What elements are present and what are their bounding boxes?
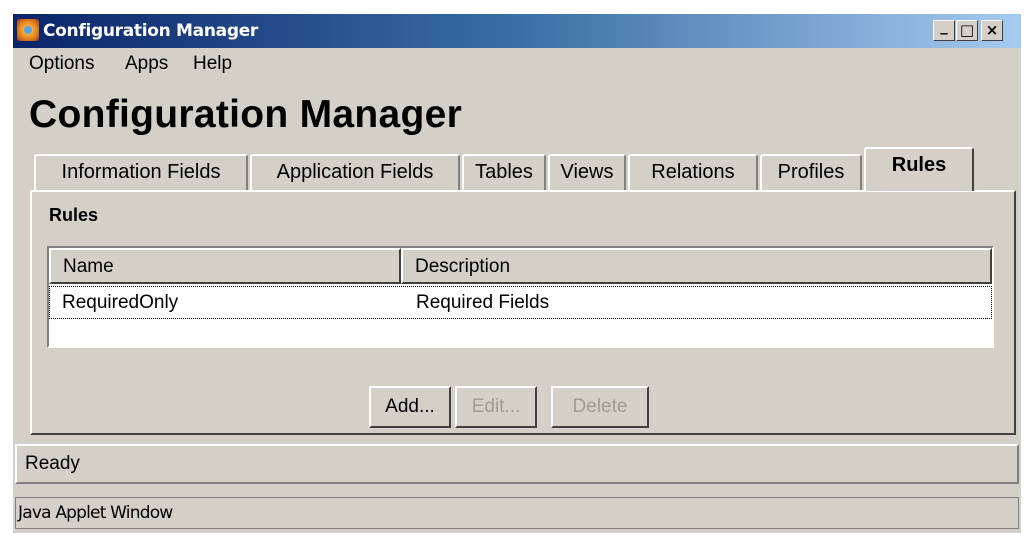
- status-bar: Ready: [15, 444, 1019, 484]
- menu-apps[interactable]: Apps: [125, 53, 168, 75]
- delete-button[interactable]: Delete: [551, 386, 649, 428]
- title-bar[interactable]: Configuration Manager _ □ ×: [13, 14, 1021, 48]
- tab-rules[interactable]: Rules: [864, 147, 974, 191]
- tab-application-fields[interactable]: Application Fields: [250, 154, 460, 190]
- add-button[interactable]: Add...: [369, 386, 451, 428]
- tab-profiles[interactable]: Profiles: [760, 154, 862, 190]
- tab-information-fields[interactable]: Information Fields: [34, 154, 248, 190]
- close-icon: ×: [985, 21, 999, 39]
- maximize-icon: □: [959, 21, 975, 39]
- column-header-description[interactable]: Description: [401, 248, 992, 284]
- close-button[interactable]: ×: [981, 20, 1003, 41]
- window-title: Configuration Manager: [43, 21, 259, 41]
- rules-panel: Rules Name Description RequiredOnly Requ…: [30, 190, 1016, 435]
- cell-name: RequiredOnly: [62, 292, 179, 313]
- rules-table: Name Description RequiredOnly Required F…: [47, 246, 994, 348]
- status-text: Ready: [25, 453, 80, 474]
- app-icon[interactable]: [17, 19, 39, 41]
- tab-tables[interactable]: Tables: [462, 154, 546, 190]
- panel-label: Rules: [49, 205, 99, 225]
- menu-help[interactable]: Help: [193, 53, 232, 75]
- tab-relations[interactable]: Relations: [628, 154, 758, 190]
- cell-description: Required Fields: [416, 292, 550, 313]
- app-window: Configuration Manager _ □ × Options Apps…: [13, 14, 1021, 533]
- table-row[interactable]: RequiredOnly Required Fields: [49, 286, 992, 319]
- edit-button[interactable]: Edit...: [455, 386, 537, 428]
- menu-options[interactable]: Options: [29, 53, 94, 75]
- page-title: Configuration Manager: [29, 93, 463, 136]
- applet-label: Java Applet Window: [18, 503, 173, 523]
- tab-views[interactable]: Views: [548, 154, 626, 190]
- minimize-button[interactable]: _: [933, 17, 955, 41]
- applet-warning-bar: Java Applet Window: [15, 497, 1019, 529]
- column-header-name[interactable]: Name: [49, 248, 401, 284]
- maximize-button[interactable]: □: [956, 20, 978, 41]
- minimize-icon: _: [940, 17, 948, 35]
